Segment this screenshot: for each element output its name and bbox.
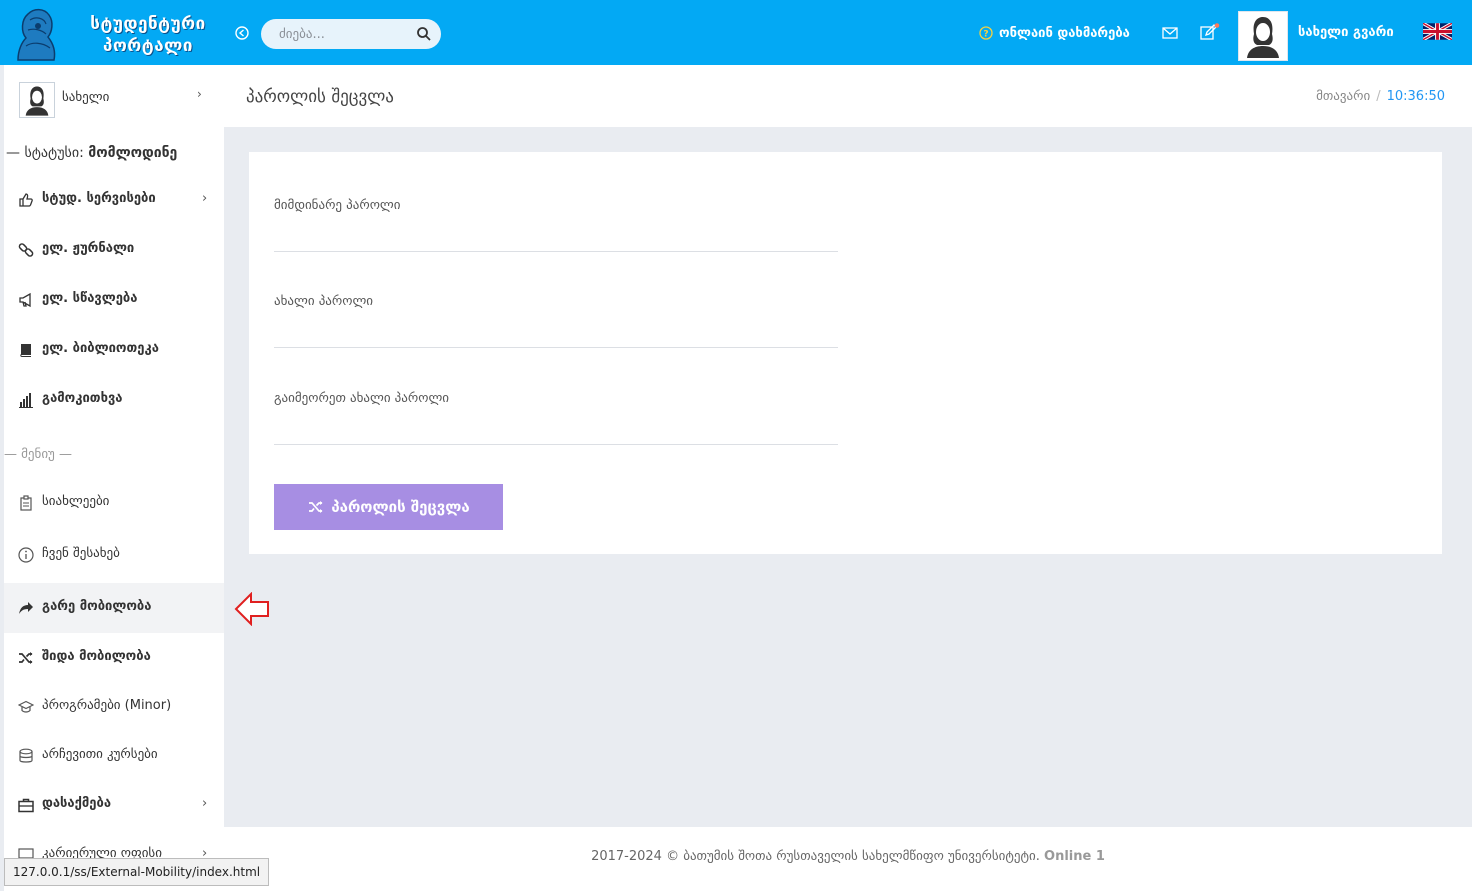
top-header: სტუდენტური პორტალი ? ონლაინ დახმარება (0, 0, 1472, 65)
uk-flag-icon[interactable] (1423, 23, 1452, 40)
logo-text: სტუდენტური პორტალი (90, 14, 206, 56)
footer: 2017-2024 © ბათუმის შოთა რუსთაველის სახე… (224, 827, 1472, 891)
share-icon (19, 602, 33, 614)
svg-text:?: ? (983, 30, 988, 40)
sidebar-item-e-library[interactable]: ელ. ბიბლიოთეკა (4, 325, 224, 375)
profile-avatar-icon (25, 86, 49, 116)
sidebar-item-label: ელ. ჟურნალი (42, 241, 135, 256)
sidebar-item-label: გამოკითხვა (42, 391, 123, 406)
online-count: Online 1 (1044, 849, 1105, 864)
edit-notes-icon[interactable] (1200, 23, 1220, 41)
breadcrumb: მთავარი / 10:36:50 (1316, 89, 1445, 104)
current-password-field[interactable] (274, 224, 838, 252)
page-title: პაროლის შეცვლა (246, 87, 394, 107)
sidebar-item-label: ელ. ბიბლიოთეკა (42, 341, 159, 356)
sidebar-item-internal-mobility[interactable]: შიდა მობილობა (4, 633, 224, 683)
profile-name: სახელი (62, 90, 110, 105)
sidebar-item-e-learning[interactable]: ელ. სწავლება (4, 275, 224, 325)
sidebar-item-label: დასაქმება (42, 796, 112, 811)
database-icon (19, 748, 33, 763)
status-line: — სტატუსი: მომლოდინე (6, 145, 177, 161)
browser-status-url: 127.0.0.1/ss/External-Mobility/index.htm… (4, 858, 270, 886)
left-arrow-annotation-icon (234, 592, 269, 626)
sidebar-item-label: სტუდ. სერვისები (42, 191, 156, 206)
sidebar-item-e-journal[interactable]: ელ. ჟურნალი (4, 225, 224, 275)
sidebar-item-about-us[interactable]: ჩვენ შესახებ (4, 530, 224, 580)
search-icon[interactable] (416, 26, 432, 42)
chevron-right-icon: › (197, 87, 202, 101)
chevron-right-icon: › (202, 796, 208, 811)
menu-divider: — მენიუ — (4, 447, 72, 462)
link-icon (18, 243, 34, 257)
shuffle-icon (309, 501, 323, 513)
megaphone-icon (19, 292, 31, 308)
status-value: მომლოდინე (88, 145, 178, 161)
shuffle-icon (19, 652, 33, 664)
bar-chart-icon (19, 393, 33, 408)
sidebar: სახელი › — სტატუსი: მომლოდინე სტუდ. სერვ… (4, 65, 224, 891)
user-avatar-icon (1247, 17, 1279, 58)
sidebar-item-label: გარე მობილობა (42, 599, 152, 614)
thumbs-up-icon (19, 193, 33, 207)
breadcrumb-separator: / (1376, 89, 1381, 104)
sidebar-collapse-icon[interactable] (235, 26, 249, 40)
online-help-link[interactable]: ? ონლაინ დახმარება (979, 24, 1130, 42)
sidebar-item-label: ელ. სწავლება (42, 291, 138, 306)
sidebar-item-label: შიდა მობილობა (42, 649, 151, 664)
repeat-password-field[interactable] (274, 417, 838, 445)
new-password-label: ახალი პაროლი (274, 294, 374, 309)
new-password-field[interactable] (274, 320, 838, 348)
sidebar-item-elective-courses[interactable]: არჩევითი კურსები (4, 731, 224, 781)
sidebar-item-student-services[interactable]: სტუდ. სერვისები › (4, 175, 224, 225)
clipboard-icon (20, 495, 32, 511)
repeat-password-label: გაიმეორეთ ახალი პაროლი (274, 391, 450, 406)
change-password-button[interactable]: პაროლის შეცვლა (274, 484, 503, 530)
change-password-button-label: პაროლის შეცვლა (331, 498, 470, 516)
footer-copyright-text: 2017-2024 © ბათუმის შოთა რუსთაველის სახე… (591, 849, 1040, 864)
question-circle-icon: ? (979, 26, 993, 40)
graduation-cap-icon (18, 700, 34, 713)
info-icon (18, 547, 34, 563)
sidebar-item-label: პროგრამები (Minor) (42, 698, 172, 713)
mail-icon[interactable] (1162, 26, 1178, 40)
breadcrumb-home[interactable]: მთავარი (1316, 89, 1370, 104)
sidebar-item-survey[interactable]: გამოკითხვა (4, 375, 224, 425)
footer-copyright: 2017-2024 © ბათუმის შოთა რუსთაველის სახე… (224, 849, 1472, 864)
university-emblem-icon (17, 8, 56, 61)
user-name[interactable]: სახელი გვარი (1298, 25, 1394, 40)
sidebar-item-external-mobility[interactable]: გარე მობილობა (4, 583, 224, 633)
sidebar-item-label: სიახლეები (42, 494, 110, 509)
sidebar-item-label: არჩევითი კურსები (42, 747, 158, 762)
current-password-label: მიმდინარე პაროლი (274, 198, 401, 213)
user-avatar[interactable] (1238, 11, 1288, 61)
sidebar-item-label: ჩვენ შესახებ (42, 546, 120, 561)
sidebar-item-employment[interactable]: დასაქმება › (4, 780, 224, 830)
book-icon (20, 344, 31, 357)
online-help-label: ონლაინ დახმარება (999, 25, 1130, 41)
page-header: პაროლის შეცვლა მთავარი / 10:36:50 (224, 65, 1472, 127)
portal-logo[interactable]: სტუდენტური პორტალი (6, 4, 224, 62)
breadcrumb-clock: 10:36:50 (1386, 89, 1445, 104)
sidebar-item-minor-programs[interactable]: პროგრამები (Minor) (4, 682, 224, 732)
search-input[interactable] (279, 19, 409, 49)
briefcase-icon (18, 798, 34, 813)
chevron-right-icon: › (202, 191, 208, 206)
sidebar-item-news[interactable]: სიახლეები (4, 478, 224, 528)
change-password-card: მიმდინარე პაროლი ახალი პაროლი გაიმეორეთ … (249, 152, 1442, 554)
profile-avatar (19, 82, 55, 118)
status-prefix: — სტატუსი: (6, 145, 89, 161)
search-box (261, 19, 441, 49)
sidebar-profile[interactable]: სახელი › (4, 65, 224, 129)
